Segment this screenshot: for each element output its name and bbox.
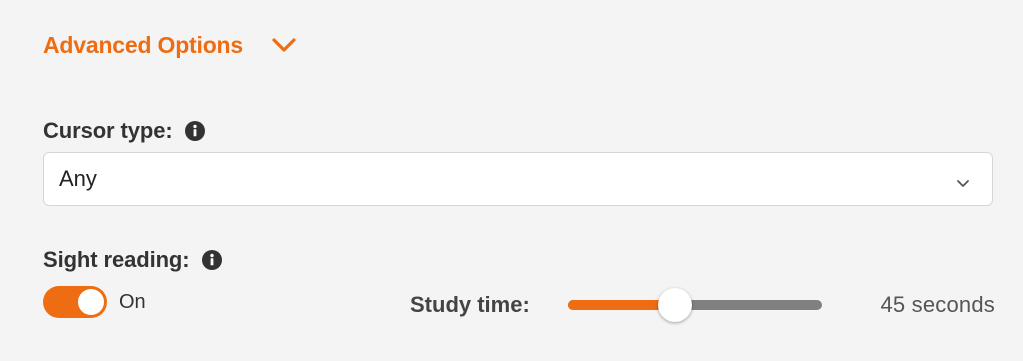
sight-reading-label: Sight reading: xyxy=(43,247,190,272)
slider-thumb[interactable] xyxy=(657,288,692,322)
cursor-type-selected-value: Any xyxy=(59,166,97,191)
advanced-options-label: Advanced Options xyxy=(43,31,243,58)
sight-reading-label-row: Sight reading: xyxy=(43,245,222,275)
study-time-slider[interactable] xyxy=(568,288,822,322)
sight-reading-state-text: On xyxy=(119,291,146,313)
advanced-options-toggle[interactable]: Advanced Options xyxy=(43,28,297,62)
study-time-value: 45 seconds xyxy=(880,292,995,317)
study-time-label: Study time: xyxy=(410,292,530,317)
cursor-type-label-row: Cursor type: xyxy=(43,116,205,146)
info-icon[interactable] xyxy=(201,250,222,270)
toggle-knob xyxy=(78,289,104,315)
cursor-type-label: Cursor type: xyxy=(43,118,173,143)
chevron-down-icon xyxy=(956,175,970,187)
cursor-type-select[interactable]: Any xyxy=(43,152,993,206)
sight-reading-toggle[interactable] xyxy=(43,286,107,318)
chevron-down-icon xyxy=(271,37,297,53)
info-icon[interactable] xyxy=(184,121,205,141)
